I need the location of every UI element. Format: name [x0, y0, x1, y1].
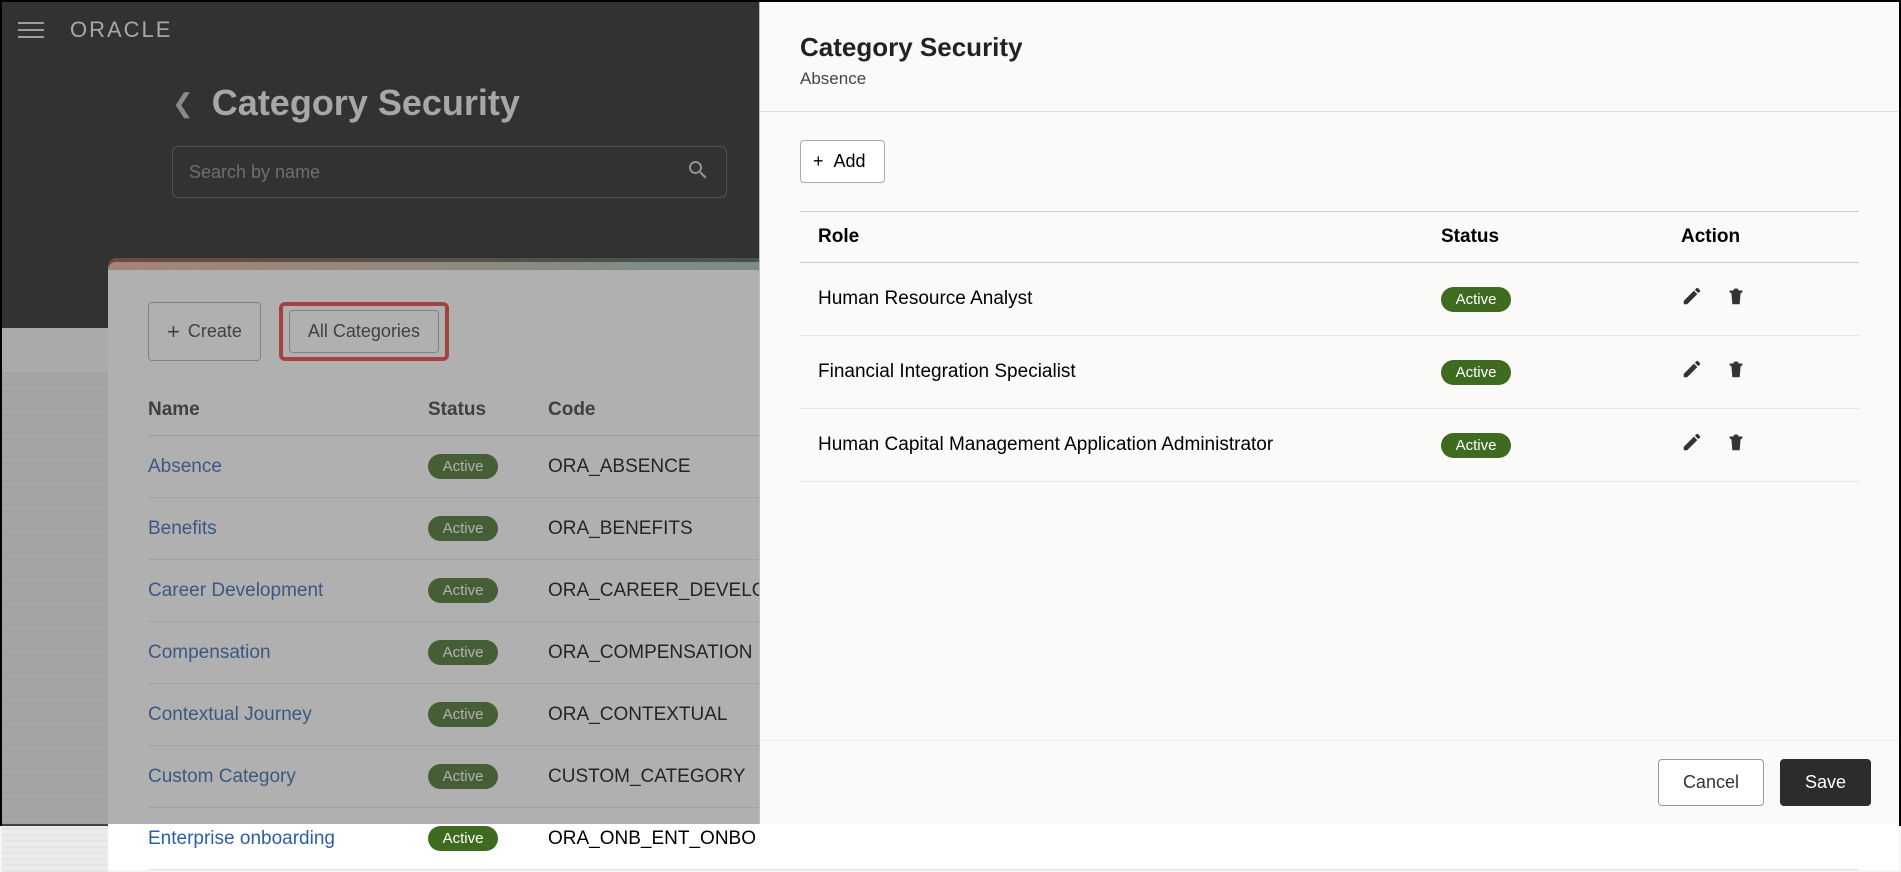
col-status: Status [1441, 226, 1681, 248]
status-badge: Active [1441, 360, 1511, 385]
drawer-footer: Cancel Save [760, 740, 1899, 824]
role-name: Human Resource Analyst [818, 288, 1441, 310]
status-badge: Active [428, 826, 498, 851]
cancel-button[interactable]: Cancel [1658, 759, 1764, 806]
status-badge: Active [1441, 433, 1511, 458]
role-name: Human Capital Management Application Adm… [818, 434, 1441, 456]
drawer-panel: Category Security Absence + Add Role Sta… [759, 2, 1899, 824]
roles-row: Human Resource Analyst Active [800, 263, 1859, 336]
plus-icon: + [813, 151, 824, 172]
category-code: ORA_ONB_ENT_ONBO [548, 828, 1859, 850]
col-action: Action [1681, 226, 1841, 248]
col-role: Role [818, 226, 1441, 248]
drawer-header: Category Security Absence [760, 2, 1899, 112]
roles-table-header: Role Status Action [800, 211, 1859, 263]
drawer-title: Category Security [800, 32, 1859, 63]
add-button[interactable]: + Add [800, 140, 885, 183]
drawer-subtitle: Absence [800, 69, 1859, 89]
category-link[interactable]: Enterprise onboarding [148, 828, 428, 850]
edit-icon[interactable] [1681, 285, 1703, 313]
save-button[interactable]: Save [1780, 759, 1871, 806]
delete-icon[interactable] [1725, 358, 1747, 386]
delete-icon[interactable] [1725, 285, 1747, 313]
roles-row: Financial Integration Specialist Active [800, 336, 1859, 409]
role-name: Financial Integration Specialist [818, 361, 1441, 383]
edit-icon[interactable] [1681, 431, 1703, 459]
status-badge: Active [1441, 287, 1511, 312]
add-label: Add [834, 151, 866, 172]
roles-row: Human Capital Management Application Adm… [800, 409, 1859, 482]
delete-icon[interactable] [1725, 431, 1747, 459]
edit-icon[interactable] [1681, 358, 1703, 386]
drawer-body: + Add Role Status Action Human Resource … [760, 112, 1899, 740]
